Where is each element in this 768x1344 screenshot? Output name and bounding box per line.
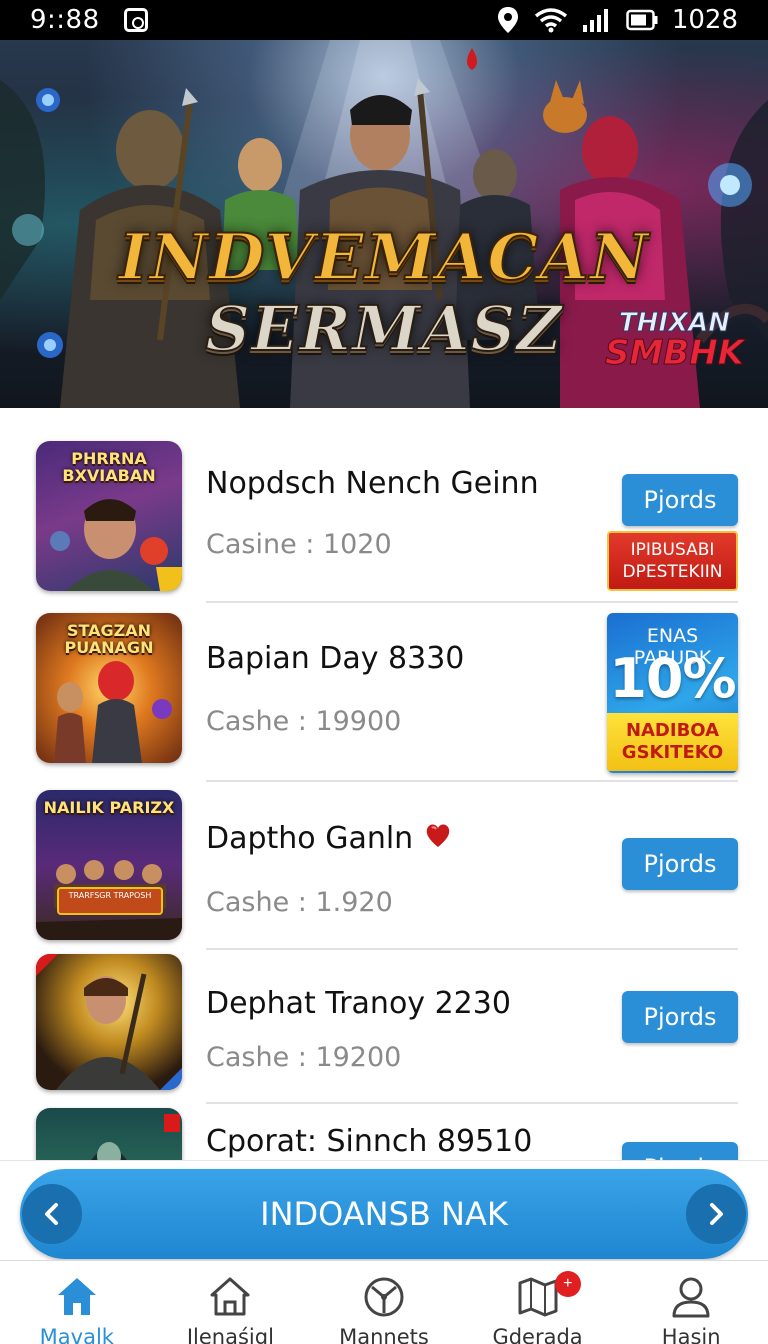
banner-title-line1: INDVEMACAN	[118, 219, 650, 296]
divider	[206, 601, 738, 603]
nav-item-profile[interactable]: Hasin	[614, 1261, 768, 1344]
game-thumbnail-art	[36, 954, 182, 1090]
game-thumbnail-subtitle: TRARFSGR TRAPOSH	[68, 891, 152, 900]
nav-label: Hasin	[661, 1325, 721, 1344]
nav-label: Ilenaśigl	[186, 1325, 274, 1344]
play-button[interactable]: Pjords	[622, 838, 738, 890]
wheel-icon	[364, 1277, 404, 1317]
nav-label: Mannets	[339, 1325, 429, 1344]
signal-icon	[582, 9, 608, 32]
banner-badge: THIXAN SMBHK	[604, 310, 744, 373]
profile-icon	[672, 1277, 710, 1318]
nav-item-home[interactable]: Mavalk	[0, 1261, 154, 1344]
game-title: Nopdsch Nench Geinn	[206, 466, 539, 501]
game-cash: Casine : 1020	[206, 529, 392, 560]
promo-card[interactable]: ENAS PARUDK 10% NADIBOA GSKITEKO	[607, 613, 738, 773]
nav-label: Mavalk	[39, 1325, 114, 1344]
nav-item-wheel[interactable]: Mannets	[307, 1261, 461, 1344]
status-icons: 1028	[496, 5, 738, 35]
game-thumbnail[interactable]	[36, 954, 182, 1090]
game-thumbnail-title: NAILIK PARIZX	[43, 798, 175, 817]
promo-card-footer: NADIBOA GSKITEKO	[607, 713, 738, 771]
game-thumbnail-title: STAGZAN PUANAGN	[64, 621, 154, 657]
app-screen: 9::88 1028 INDVEMACAN SERMASZ THIXAN SMB…	[0, 0, 768, 1344]
game-title-text: Daptho Ganln	[206, 821, 414, 856]
divider	[206, 1102, 738, 1104]
nav-label: Gderada	[492, 1325, 583, 1344]
heart-icon	[426, 824, 449, 847]
play-button[interactable]: Pjords	[622, 474, 738, 526]
pager-label: INDOANSB NAK	[260, 1195, 508, 1233]
game-thumbnail[interactable]: PHRRNA BXVIABAN	[36, 441, 182, 591]
promo-card-percent: 10%	[609, 647, 736, 710]
bottom-banner: INDOANSB NAK	[0, 1160, 768, 1260]
game-list[interactable]: PHRRNA BXVIABAN Nopdsch Nench Geinn Casi…	[0, 408, 768, 1160]
hero-banner[interactable]: INDVEMACAN SERMASZ THIXAN SMBHK	[0, 40, 768, 408]
home-icon	[57, 1278, 96, 1315]
prev-button[interactable]	[22, 1184, 82, 1244]
play-button[interactable]: Pjords	[622, 991, 738, 1043]
map-icon	[518, 1277, 558, 1317]
game-title: Cporat: Sinnch 89510	[206, 1124, 533, 1159]
game-title: Daptho Ganln	[206, 820, 453, 856]
battery-text: 1028	[671, 5, 738, 35]
game-title: Bapian Day 8330	[206, 641, 465, 676]
battery-icon	[626, 9, 658, 31]
game-title: Dephat Tranoy 2230	[206, 986, 511, 1021]
chevron-right-icon	[710, 1203, 723, 1225]
nav-item-house[interactable]: Ilenaśigl	[154, 1261, 308, 1344]
game-thumbnail[interactable]: STAGZAN PUANAGN	[36, 613, 182, 763]
status-time: 9::88	[30, 5, 100, 35]
game-thumbnail-art	[91, 1114, 180, 1160]
divider	[206, 948, 738, 950]
chevron-left-icon	[45, 1203, 58, 1225]
banner-badge-line2: SMBHK	[604, 333, 744, 373]
bottom-nav: Mavalk Ilenaśigl Mannets + Gderada Hasin	[0, 1260, 768, 1344]
status-bar: 9::88 1028	[0, 0, 768, 40]
play-button[interactable]: Pjords	[622, 1142, 738, 1160]
divider	[206, 780, 738, 782]
next-button[interactable]	[686, 1184, 746, 1244]
location-icon	[497, 7, 518, 33]
game-cash: Cashe : 1.920	[206, 887, 393, 918]
wifi-icon	[534, 8, 567, 33]
camera-notification-icon	[123, 8, 148, 32]
banner-pager-bar[interactable]: INDOANSB NAK	[20, 1169, 748, 1259]
notification-badge: +	[554, 1271, 581, 1297]
promo-badge[interactable]: IPIBUSABI DPESTEKIIN	[607, 531, 738, 591]
nav-item-map[interactable]: + Gderada	[461, 1261, 615, 1344]
house-outline-icon	[210, 1277, 250, 1316]
game-thumbnail[interactable]	[36, 1108, 182, 1160]
game-thumbnail[interactable]: TRARFSGR TRAPOSH NAILIK PARIZX	[36, 790, 182, 940]
game-cash: Cashe : 19200	[206, 1042, 402, 1073]
game-cash: Cashe : 19900	[206, 706, 402, 737]
game-thumbnail-title: PHRRNA BXVIABAN	[62, 449, 156, 485]
